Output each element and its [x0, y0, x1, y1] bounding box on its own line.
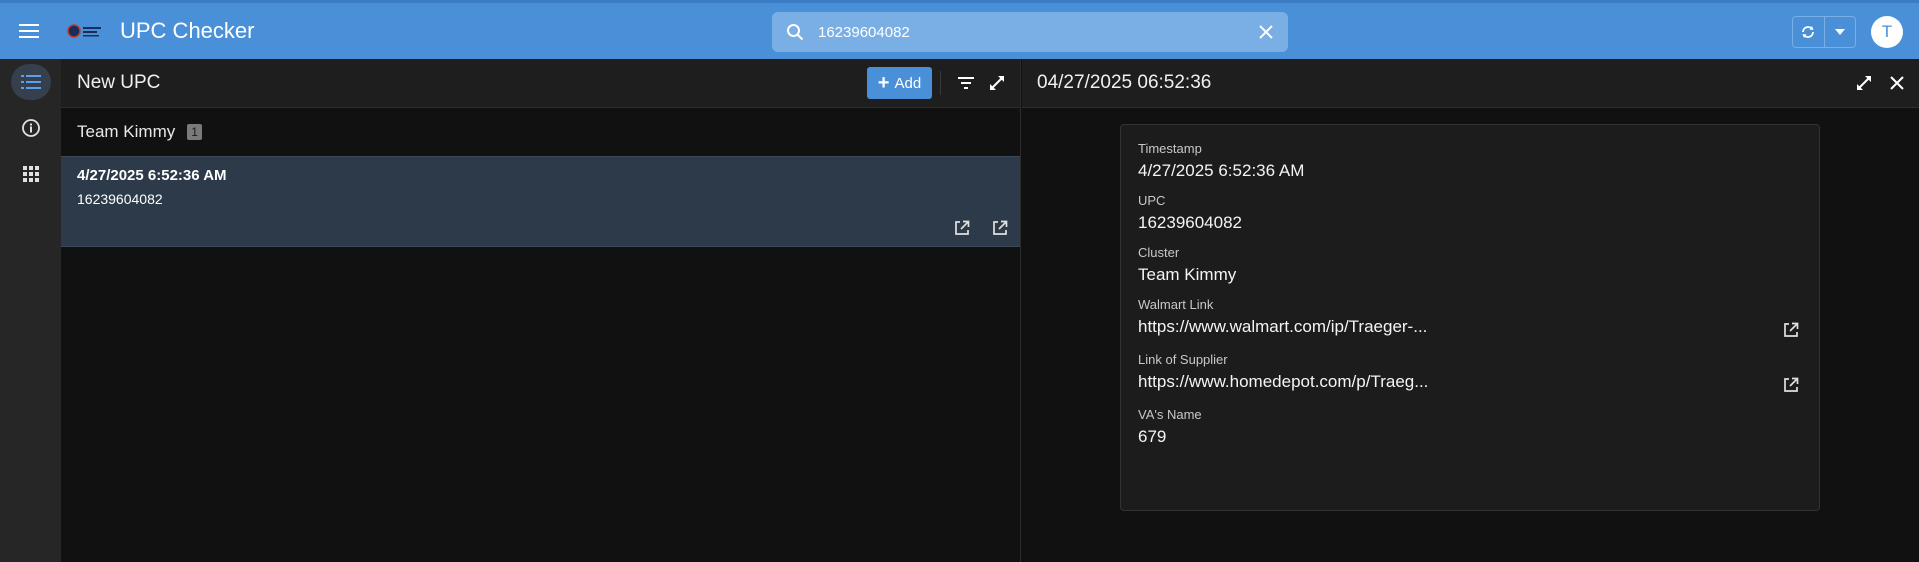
app-logo — [66, 21, 106, 41]
detail-header: 04/27/2025 06:52:36 — [1022, 59, 1919, 108]
plus-icon: + — [877, 72, 890, 94]
caret-down-icon[interactable] — [1825, 17, 1856, 47]
search-icon — [772, 23, 818, 41]
group-header[interactable]: Team Kimmy 1 — [61, 108, 1020, 156]
list-item[interactable]: 4/27/2025 6:52:36 AM 16239604082 — [61, 156, 1020, 247]
list-icon — [10, 64, 51, 100]
expand-icon[interactable] — [985, 71, 1009, 95]
info-icon[interactable] — [0, 105, 61, 151]
avatar[interactable]: T — [1871, 16, 1903, 48]
field-label: VA's Name — [1138, 407, 1202, 422]
walmart-link[interactable]: https://www.walmart.com/ip/Traeger-... — [1138, 317, 1802, 337]
list-pane: New UPC + Add Team Kimmy 1 4/27/2025 6:5… — [61, 59, 1021, 562]
rail-item-list[interactable] — [0, 59, 61, 105]
open-external-icon[interactable] — [1780, 374, 1802, 396]
add-button-label: Add — [894, 74, 922, 92]
field-supplier-link: Link of Supplier https://www.homedepot.c… — [1138, 352, 1802, 392]
field-walmart-link: Walmart Link https://www.walmart.com/ip/… — [1138, 297, 1802, 337]
detail-card: Timestamp 4/27/2025 6:52:36 AM UPC 16239… — [1120, 124, 1820, 511]
app-title: UPC Checker — [120, 18, 255, 43]
navigation-rail — [0, 59, 61, 562]
group-label: Team Kimmy — [77, 122, 176, 141]
field-label: Timestamp — [1138, 141, 1202, 156]
open-external-icon[interactable] — [1780, 319, 1802, 341]
filter-icon[interactable] — [954, 71, 978, 95]
field-upc: UPC 16239604082 — [1138, 193, 1802, 233]
search-input[interactable] — [818, 23, 1244, 41]
field-label: Walmart Link — [1138, 297, 1214, 312]
list-header: New UPC + Add — [61, 59, 1020, 108]
list-item-upc: 16239604082 — [77, 191, 163, 207]
field-cluster: Cluster Team Kimmy — [1138, 245, 1802, 285]
field-label: Link of Supplier — [1138, 352, 1228, 367]
expand-icon[interactable] — [1852, 71, 1876, 95]
list-item-timestamp: 4/27/2025 6:52:36 AM — [77, 167, 227, 184]
list-title: New UPC — [77, 72, 161, 93]
field-value: 16239604082 — [1138, 213, 1243, 232]
top-app-bar: UPC Checker T — [0, 0, 1919, 59]
sync-icon[interactable] — [1793, 17, 1825, 47]
add-button[interactable]: + Add — [867, 67, 932, 99]
field-label: UPC — [1138, 193, 1166, 208]
close-icon[interactable] — [1244, 24, 1288, 40]
field-va-name: VA's Name 679 — [1138, 407, 1802, 447]
field-value: 4/27/2025 6:52:36 AM — [1138, 161, 1305, 180]
apps-grid-icon[interactable] — [0, 151, 61, 197]
hamburger-menu-icon[interactable] — [0, 3, 58, 59]
close-icon[interactable] — [1885, 71, 1909, 95]
detail-title: 04/27/2025 06:52:36 — [1037, 72, 1212, 93]
header-divider — [940, 71, 941, 95]
field-timestamp: Timestamp 4/27/2025 6:52:36 AM — [1138, 141, 1802, 181]
detail-pane: 04/27/2025 06:52:36 Timestamp 4/27/2025 … — [1022, 59, 1919, 562]
open-external-icon[interactable] — [951, 217, 973, 239]
supplier-link[interactable]: https://www.homedepot.com/p/Traeg... — [1138, 372, 1802, 392]
open-external-icon[interactable] — [989, 217, 1011, 239]
field-label: Cluster — [1138, 245, 1180, 260]
field-value: 679 — [1138, 427, 1167, 446]
search-bar — [772, 12, 1288, 52]
field-value: Team Kimmy — [1138, 265, 1237, 284]
group-count-badge: 1 — [187, 124, 202, 140]
sync-split-button — [1792, 16, 1856, 48]
